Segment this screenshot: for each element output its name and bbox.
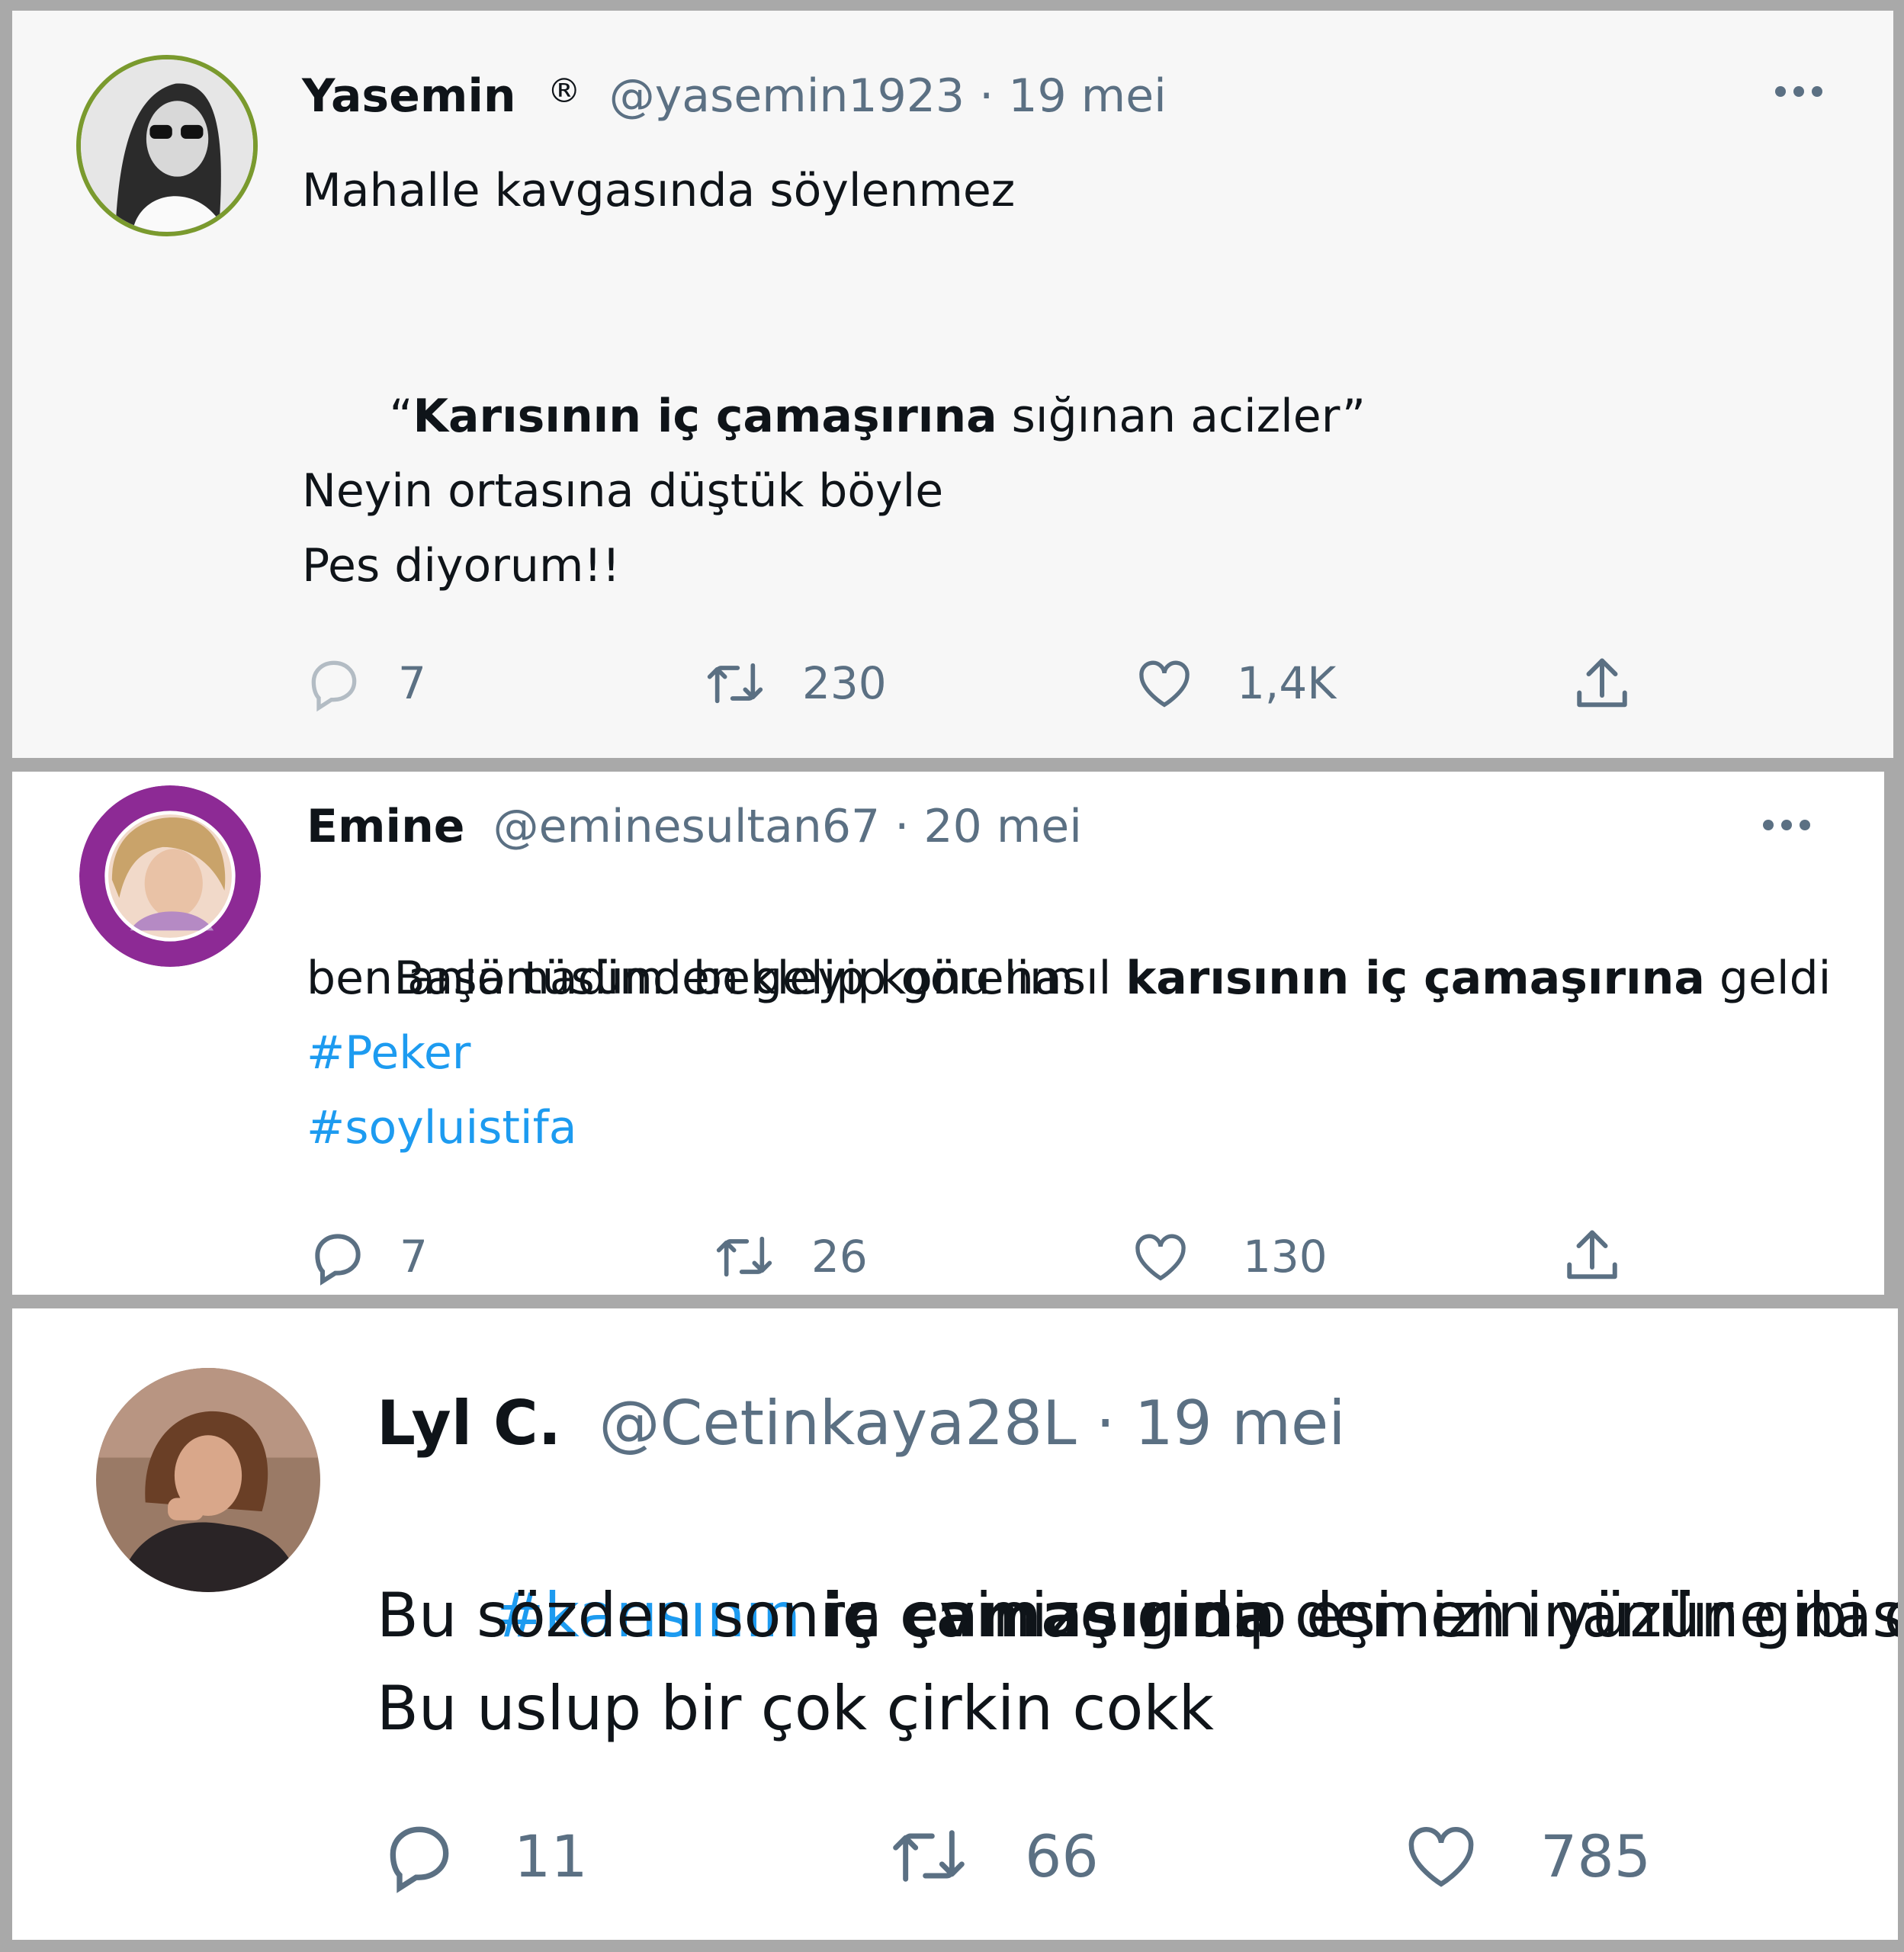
- tweet-header: Emine @eminesultan67 · 20 mei: [307, 795, 1082, 859]
- tweet-date[interactable]: 19 mei: [1135, 1388, 1346, 1459]
- retweet-icon: [707, 663, 763, 704]
- text-line: Bu sözden sonra evinize gidip eşinizin y…: [377, 1580, 1898, 1651]
- like-button[interactable]: 1,4K: [1130, 653, 1336, 714]
- tweet-date[interactable]: 20 mei: [923, 800, 1081, 853]
- text-line: Pes diyorum!!: [302, 539, 621, 592]
- display-name[interactable]: Yasemin: [302, 69, 516, 123]
- retweet-count: 26: [811, 1231, 868, 1283]
- text-line: Neyin ortasına düştük böyle: [302, 464, 944, 518]
- like-icon: [1408, 1826, 1474, 1887]
- reply-icon: [315, 1234, 361, 1286]
- handle[interactable]: @eminesultan67: [493, 800, 881, 853]
- separator-dot: ·: [1096, 1388, 1135, 1459]
- tweet-header: Yasemin ® @yasemin1923 · 19 mei: [302, 61, 1167, 127]
- reply-count: 11: [514, 1822, 588, 1890]
- retweet-button[interactable]: 26: [706, 1226, 868, 1287]
- reply-button[interactable]: 11: [377, 1816, 588, 1896]
- bold-phrase: karısının iç çamaşırına: [1125, 952, 1705, 1005]
- text-line: Mahalle kavgasında söylenmez: [302, 164, 1016, 217]
- retweet-icon: [716, 1236, 772, 1277]
- reply-icon: [311, 660, 357, 712]
- like-count: 1,4K: [1237, 657, 1337, 709]
- retweet-icon: [893, 1830, 965, 1882]
- retweet-count: 66: [1025, 1822, 1099, 1890]
- text-line: Bu uslup bir çok çirkin cokk: [377, 1673, 1214, 1744]
- handle[interactable]: @yasemin1923: [609, 69, 965, 123]
- registered-badge: ®: [547, 72, 581, 111]
- tweet-header: Lyl C. @Cetinkaya28L · 19 mei: [377, 1382, 1345, 1466]
- share-button[interactable]: [1568, 653, 1636, 717]
- tweet-emine[interactable]: Emine @eminesultan67 · 20 mei Başörtüsün…: [12, 772, 1884, 1295]
- reply-button[interactable]: 7: [305, 1226, 428, 1287]
- avatar-lyl[interactable]: [96, 1368, 320, 1592]
- more-icon[interactable]: [1775, 85, 1830, 100]
- hashtag-peker[interactable]: #Peker: [307, 1016, 470, 1090]
- tweet-yasemin[interactable]: Yasemin ® @yasemin1923 · 19 mei Mahalle …: [12, 11, 1893, 758]
- tweet-text: Başörtüsünden gelip konu nasıl karısının…: [307, 866, 1831, 1186]
- tweet-text: Mahalle kavgasında söylenmez “Karısının …: [302, 152, 1366, 592]
- reply-count: 7: [400, 1231, 428, 1283]
- tweet-date[interactable]: 19 mei: [1008, 69, 1166, 123]
- more-icon[interactable]: [1763, 819, 1818, 833]
- avatar-yasemin[interactable]: [76, 55, 258, 236]
- separator-dot: ·: [894, 800, 924, 853]
- share-icon: [1567, 1230, 1617, 1279]
- share-icon: [1577, 658, 1627, 708]
- tweet-text: #karısının iç çamaşırına demen inanılır …: [377, 1476, 1898, 1831]
- retweet-button[interactable]: 66: [881, 1816, 1099, 1896]
- display-name[interactable]: Emine: [307, 800, 464, 853]
- quote-mark: “: [389, 390, 413, 443]
- like-icon: [1139, 660, 1190, 708]
- display-name[interactable]: Lyl C.: [377, 1388, 561, 1459]
- text-segment: sığınan acizler”: [997, 390, 1366, 443]
- text-line: ben anlamadım bekleyip görelim: [307, 952, 1074, 1005]
- avatar-emine[interactable]: [79, 785, 261, 967]
- like-count: 785: [1540, 1822, 1652, 1890]
- reply-count: 7: [398, 657, 426, 709]
- retweet-button[interactable]: 230: [698, 653, 887, 714]
- reply-button[interactable]: 7: [302, 653, 426, 714]
- reply-icon: [390, 1826, 449, 1893]
- hashtag-soyluistifa[interactable]: #soyluistifa: [307, 1090, 576, 1165]
- like-button[interactable]: 130: [1125, 1226, 1328, 1287]
- handle[interactable]: @Cetinkaya28L: [599, 1388, 1077, 1459]
- like-count: 130: [1243, 1231, 1328, 1283]
- share-button[interactable]: [1557, 1225, 1627, 1289]
- separator-dot: ·: [979, 69, 1009, 123]
- like-button[interactable]: 785: [1397, 1816, 1651, 1896]
- retweet-count: 230: [802, 657, 887, 709]
- bold-phrase: Karısının iç çamaşırına: [413, 390, 997, 443]
- like-icon: [1135, 1234, 1186, 1281]
- text-segment: geldi: [1704, 952, 1832, 1005]
- tweet-lyl[interactable]: Lyl C. @Cetinkaya28L · 19 mei #karısının…: [12, 1308, 1898, 1940]
